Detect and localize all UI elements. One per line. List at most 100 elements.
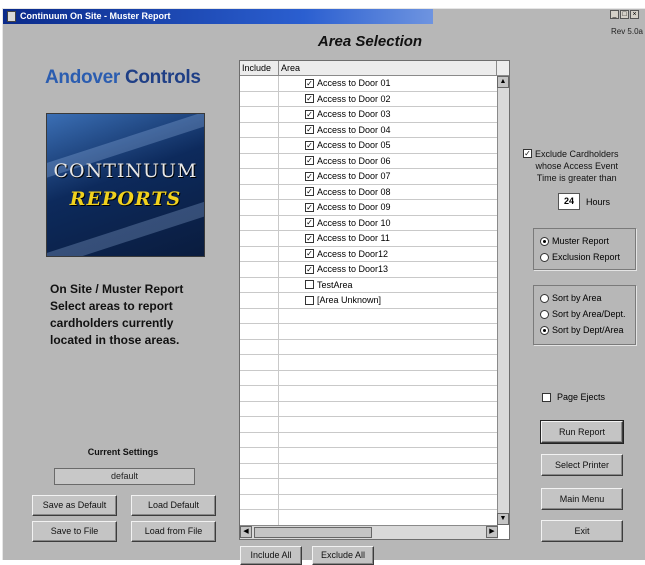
include-cell[interactable] bbox=[240, 138, 279, 153]
area-cell[interactable]: ✓ Access to Door 05 bbox=[279, 138, 498, 153]
title-bar[interactable]: Continuum On Site - Muster Report bbox=[3, 9, 433, 24]
radio-sort-by-dept-area[interactable]: Sort by Dept/Area bbox=[534, 322, 635, 338]
include-checkbox[interactable]: ✓ bbox=[305, 187, 314, 197]
scroll-right-icon[interactable]: ▶ bbox=[486, 526, 498, 538]
include-checkbox[interactable]: ✓ bbox=[305, 78, 314, 88]
table-row[interactable]: ✓ Access to Door 06 bbox=[240, 153, 498, 169]
save-to-file-button[interactable]: Save to File bbox=[32, 521, 117, 542]
scroll-up-icon[interactable]: ▲ bbox=[497, 76, 509, 88]
vertical-scrollbar[interactable]: ▲ ▼ bbox=[497, 76, 509, 525]
include-cell[interactable] bbox=[240, 91, 279, 106]
area-cell[interactable]: ✓ Access to Door 02 bbox=[279, 92, 498, 107]
radio-unselected-icon[interactable] bbox=[540, 252, 549, 262]
include-checkbox[interactable]: ✓ bbox=[305, 125, 314, 135]
radio-unselected-icon[interactable] bbox=[540, 293, 549, 303]
include-all-button[interactable]: Include All bbox=[240, 546, 302, 565]
include-cell[interactable] bbox=[240, 169, 279, 184]
maximize-icon[interactable]: □ bbox=[620, 10, 629, 19]
area-cell[interactable]: TestArea bbox=[279, 278, 498, 293]
table-row[interactable]: ✓ Access to Door 04 bbox=[240, 122, 498, 138]
area-cell[interactable]: ✓ Access to Door12 bbox=[279, 247, 498, 262]
include-cell[interactable] bbox=[240, 107, 279, 122]
exclude-all-button[interactable]: Exclude All bbox=[312, 546, 374, 565]
include-cell[interactable] bbox=[240, 246, 279, 261]
include-cell[interactable] bbox=[240, 293, 279, 308]
table-row[interactable]: ✓ Access to Door13 bbox=[240, 262, 498, 278]
area-cell[interactable]: ✓ Access to Door 01 bbox=[279, 76, 498, 91]
area-grid[interactable]: Include Area ✓ Access to Door 01 ✓ Access t… bbox=[239, 60, 510, 540]
include-cell[interactable] bbox=[240, 122, 279, 137]
area-cell[interactable]: ✓ Access to Door 06 bbox=[279, 154, 498, 169]
include-checkbox[interactable]: ✓ bbox=[305, 171, 314, 181]
table-row[interactable]: TestArea bbox=[240, 277, 498, 293]
table-row[interactable]: ✓ Access to Door 03 bbox=[240, 107, 498, 123]
include-cell[interactable] bbox=[240, 277, 279, 292]
scroll-thumb[interactable] bbox=[254, 527, 372, 538]
include-checkbox[interactable]: ✓ bbox=[305, 218, 314, 228]
main-menu-button[interactable]: Main Menu bbox=[541, 488, 623, 510]
include-cell[interactable] bbox=[240, 153, 279, 168]
table-row[interactable]: ✓ Access to Door 11 bbox=[240, 231, 498, 247]
include-checkbox[interactable]: ✓ bbox=[305, 202, 314, 212]
include-checkbox[interactable]: ✓ bbox=[305, 156, 314, 166]
table-row[interactable]: ✓ Access to Door 05 bbox=[240, 138, 498, 154]
include-checkbox[interactable] bbox=[305, 295, 314, 305]
table-row[interactable]: ✓ Access to Door 07 bbox=[240, 169, 498, 185]
area-cell[interactable]: ✓ Access to Door 04 bbox=[279, 123, 498, 138]
include-checkbox[interactable]: ✓ bbox=[305, 140, 314, 150]
radio-exclusion-report[interactable]: Exclusion Report bbox=[534, 249, 635, 265]
scroll-left-icon[interactable]: ◀ bbox=[240, 526, 252, 538]
include-checkbox[interactable]: ✓ bbox=[305, 264, 314, 274]
table-row[interactable]: [Area Unknown] bbox=[240, 293, 498, 309]
table-row[interactable]: ✓ Access to Door 10 bbox=[240, 215, 498, 231]
include-checkbox[interactable]: ✓ bbox=[305, 233, 314, 243]
table-row[interactable]: ✓ Access to Door 08 bbox=[240, 184, 498, 200]
exit-button[interactable]: Exit bbox=[541, 520, 623, 542]
include-cell[interactable] bbox=[240, 215, 279, 230]
area-cell[interactable]: [Area Unknown] bbox=[279, 293, 498, 308]
area-cell[interactable]: ✓ Access to Door 09 bbox=[279, 200, 498, 215]
table-row[interactable]: ✓ Access to Door 01 bbox=[240, 76, 498, 92]
include-checkbox[interactable]: ✓ bbox=[305, 249, 314, 259]
radio-unselected-icon[interactable] bbox=[540, 309, 549, 319]
horizontal-scrollbar[interactable]: ◀ ▶ bbox=[240, 525, 498, 539]
area-cell[interactable]: ✓ Access to Door 11 bbox=[279, 231, 498, 246]
radio-muster-report[interactable]: Muster Report bbox=[534, 233, 635, 249]
table-row[interactable]: ✓ Access to Door 02 bbox=[240, 91, 498, 107]
include-checkbox[interactable] bbox=[305, 280, 314, 290]
exclude-text-line: whose Access Event bbox=[535, 161, 619, 171]
table-row[interactable]: ✓ Access to Door12 bbox=[240, 246, 498, 262]
page-ejects-checkbox[interactable] bbox=[542, 392, 551, 402]
hours-input[interactable]: 24 bbox=[558, 193, 580, 210]
radio-sort-by-area-dept[interactable]: Sort by Area/Dept. bbox=[534, 306, 635, 322]
column-header-area[interactable]: Area bbox=[279, 61, 497, 75]
page-ejects-option[interactable]: Page Ejects bbox=[542, 392, 605, 402]
column-header-include[interactable]: Include bbox=[240, 61, 279, 75]
load-default-button[interactable]: Load Default bbox=[131, 495, 216, 516]
save-as-default-button[interactable]: Save as Default bbox=[32, 495, 117, 516]
select-printer-button[interactable]: Select Printer bbox=[541, 454, 623, 476]
radio-selected-icon[interactable] bbox=[540, 236, 549, 246]
include-cell[interactable] bbox=[240, 262, 279, 277]
scroll-down-icon[interactable]: ▼ bbox=[497, 513, 509, 525]
include-cell[interactable] bbox=[240, 200, 279, 215]
table-row[interactable]: ✓ Access to Door 09 bbox=[240, 200, 498, 216]
area-cell[interactable]: ✓ Access to Door 07 bbox=[279, 169, 498, 184]
area-cell[interactable]: ✓ Access to Door 08 bbox=[279, 185, 498, 200]
load-from-file-button[interactable]: Load from File bbox=[131, 521, 216, 542]
exclude-checkbox[interactable]: ✓ bbox=[523, 149, 532, 158]
area-cell[interactable]: ✓ Access to Door 03 bbox=[279, 107, 498, 122]
radio-sort-by-area[interactable]: Sort by Area bbox=[534, 290, 635, 306]
exclude-cardholders-option[interactable]: ✓ Exclude Cardholders whose Access Event… bbox=[523, 148, 643, 184]
radio-selected-icon[interactable] bbox=[540, 325, 549, 335]
minimize-icon[interactable]: _ bbox=[610, 10, 619, 19]
close-icon[interactable]: × bbox=[630, 10, 639, 19]
include-checkbox[interactable]: ✓ bbox=[305, 94, 314, 104]
area-cell[interactable]: ✓ Access to Door 10 bbox=[279, 216, 498, 231]
run-report-button[interactable]: Run Report bbox=[540, 420, 624, 444]
include-cell[interactable] bbox=[240, 184, 279, 199]
include-cell[interactable] bbox=[240, 231, 279, 246]
include-cell[interactable] bbox=[240, 76, 279, 91]
include-checkbox[interactable]: ✓ bbox=[305, 109, 314, 119]
area-cell[interactable]: ✓ Access to Door13 bbox=[279, 262, 498, 277]
